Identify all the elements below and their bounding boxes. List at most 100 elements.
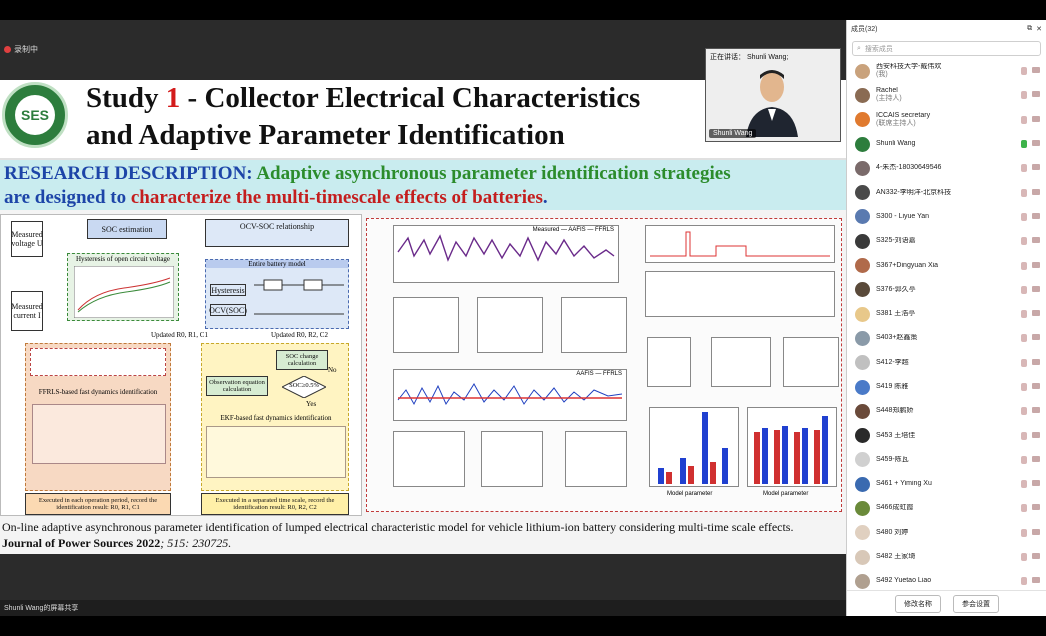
member-name: AN332-李明洋-北京科技 (876, 188, 952, 196)
microphone-icon[interactable] (1021, 261, 1027, 270)
member-search[interactable]: ⌕ 搜索成员 (852, 41, 1041, 56)
member-row[interactable]: S376-郭久亭 (847, 278, 1046, 302)
member-row[interactable]: Rachel (主持人) (847, 83, 1046, 107)
camera-icon[interactable] (1032, 91, 1040, 98)
camera-icon[interactable] (1032, 480, 1040, 487)
camera-icon[interactable] (1032, 431, 1040, 438)
camera-icon[interactable] (1032, 358, 1040, 365)
microphone-icon[interactable] (1021, 528, 1027, 537)
microphone-icon[interactable] (1021, 237, 1027, 246)
popout-icon[interactable]: ⧉ (1027, 25, 1032, 33)
camera-icon[interactable] (1032, 261, 1040, 268)
plot-a2 (393, 297, 459, 353)
camera-icon[interactable] (1032, 188, 1040, 195)
member-row[interactable]: S367+Dingyuan Xia (847, 253, 1046, 277)
camera-icon[interactable] (1032, 310, 1040, 317)
microphone-icon[interactable] (1021, 212, 1027, 221)
microphone-icon[interactable] (1021, 310, 1027, 319)
member-name: S461 + Yiming Xu (876, 480, 932, 488)
meeting-settings-button[interactable]: 参会设置 (953, 594, 999, 613)
member-row[interactable]: Shunli Wang (847, 132, 1046, 156)
camera-icon[interactable] (1032, 140, 1040, 147)
member-row[interactable]: S300 - Liyue Yan (847, 205, 1046, 229)
avatar (855, 476, 870, 492)
microphone-icon[interactable] (1021, 407, 1027, 416)
camera-icon[interactable] (1032, 164, 1040, 171)
hysteresis-element: Hysteresis (210, 284, 246, 296)
camera-icon[interactable] (1032, 212, 1040, 219)
avatar (855, 549, 870, 565)
microphone-icon[interactable] (1021, 504, 1027, 513)
member-status-icons (1021, 455, 1046, 464)
avatar (855, 379, 870, 395)
member-row[interactable]: AN332-李明洋-北京科技 (847, 180, 1046, 204)
speaker-video[interactable]: 正在讲话： Shunli Wang; Shunli Wang (705, 48, 841, 142)
camera-icon[interactable] (1032, 455, 1040, 462)
microphone-icon[interactable] (1021, 431, 1027, 440)
member-status-icons (1021, 310, 1046, 319)
share-status-bar[interactable]: Shunli Wang的屏幕共享 (0, 600, 846, 616)
camera-icon[interactable] (1032, 285, 1040, 292)
close-icon[interactable]: ✕ (1036, 25, 1042, 33)
member-row[interactable]: S419 陈雅 (847, 375, 1046, 399)
member-name: S419 陈雅 (876, 383, 909, 390)
member-row[interactable]: S480 刘婷 (847, 521, 1046, 545)
microphone-icon[interactable] (1021, 553, 1027, 562)
ffrls-circuit (30, 348, 166, 376)
camera-icon[interactable] (1032, 504, 1040, 511)
avatar (855, 573, 870, 589)
microphone-icon[interactable] (1021, 480, 1027, 489)
member-row[interactable]: S482 王家琦 (847, 545, 1046, 569)
member-status-icons (1021, 140, 1046, 149)
camera-icon[interactable] (1032, 553, 1040, 560)
avatar (855, 185, 870, 201)
members-panel-header: 成员(32) ⧉ ✕ (847, 20, 1046, 38)
camera-icon[interactable] (1032, 577, 1040, 584)
member-status-icons (1021, 115, 1046, 124)
member-row[interactable]: S453 王培佳 (847, 423, 1046, 447)
camera-icon[interactable] (1032, 334, 1040, 341)
microphone-icon[interactable] (1021, 91, 1027, 100)
microphone-icon[interactable] (1021, 188, 1027, 197)
search-input[interactable]: 搜索成员 (865, 44, 893, 54)
camera-icon[interactable] (1032, 407, 1040, 414)
search-icon: ⌕ (857, 44, 861, 52)
camera-icon[interactable] (1032, 528, 1040, 535)
member-row[interactable]: 西安科技大学-戴伟欢 (我) (847, 59, 1046, 83)
member-name-block: Shunli Wang (876, 140, 1021, 148)
member-name-block: 西安科技大学-戴伟欢 (我) (876, 63, 1021, 79)
avatar (855, 209, 870, 225)
camera-icon[interactable] (1032, 67, 1040, 74)
member-row[interactable]: S448郑鹏娇 (847, 399, 1046, 423)
microphone-icon[interactable] (1021, 383, 1027, 391)
microphone-icon[interactable] (1021, 164, 1027, 173)
camera-icon[interactable] (1032, 383, 1040, 389)
microphone-icon[interactable] (1021, 455, 1027, 464)
microphone-icon[interactable] (1021, 140, 1027, 149)
camera-icon[interactable] (1032, 115, 1040, 122)
member-row[interactable]: S459-陈瓦 (847, 448, 1046, 472)
hysteresis-pane: Hysteresis of open circuit voltage (67, 253, 179, 321)
microphone-icon[interactable] (1021, 577, 1027, 586)
member-row[interactable]: S403+赵鑫策 (847, 326, 1046, 350)
member-row[interactable]: 4-朱杰-18030649546 (847, 156, 1046, 180)
microphone-icon[interactable] (1021, 334, 1027, 343)
camera-icon[interactable] (1032, 237, 1040, 244)
member-row[interactable]: S381 王浩亭 (847, 302, 1046, 326)
member-row[interactable]: S412-李越 (847, 351, 1046, 375)
microphone-icon[interactable] (1021, 115, 1027, 124)
member-status-icons (1021, 212, 1046, 221)
member-row[interactable]: S325-刘语嘉 (847, 229, 1046, 253)
bar-chart-1 (649, 407, 739, 487)
microphone-icon[interactable] (1021, 285, 1027, 294)
member-row[interactable]: S466成虹霞 (847, 496, 1046, 520)
recording-label: 录制中 (14, 45, 38, 54)
slide-journal: Journal of Power Sources 2022; 515: 2307… (2, 536, 231, 551)
member-row[interactable]: S461 + Yiming Xu (847, 472, 1046, 496)
member-row[interactable]: ICCAIS secretary (联席主持人) (847, 108, 1046, 132)
recording-indicator[interactable]: 录制中 (4, 44, 38, 55)
microphone-icon[interactable] (1021, 358, 1027, 367)
microphone-icon[interactable] (1021, 67, 1027, 76)
rename-button[interactable]: 修改名称 (895, 594, 941, 613)
member-name-block: S300 - Liyue Yan (876, 213, 1021, 221)
